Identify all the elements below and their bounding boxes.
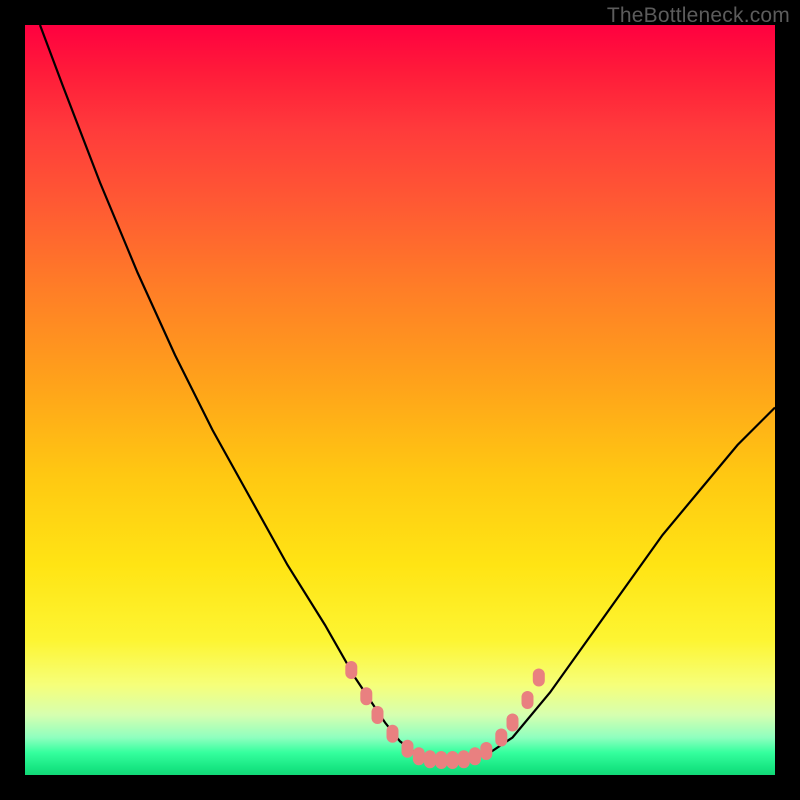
curve-marker	[447, 751, 459, 769]
curve-marker	[372, 706, 384, 724]
curve-marker	[424, 750, 436, 768]
curve-marker	[387, 725, 399, 743]
curve-marker	[495, 729, 507, 747]
curve-marker	[533, 669, 545, 687]
plot-area	[25, 25, 775, 775]
curve-marker	[469, 747, 481, 765]
curve-marker	[507, 714, 519, 732]
curve-marker	[522, 691, 534, 709]
curve-marker	[413, 747, 425, 765]
curve-markers	[345, 661, 545, 769]
curve-marker	[458, 750, 470, 768]
curve-marker	[480, 742, 492, 760]
curve-marker	[435, 751, 447, 769]
curve-marker	[345, 661, 357, 679]
bottleneck-curve	[40, 25, 775, 760]
chart-frame: TheBottleneck.com	[0, 0, 800, 800]
curve-marker	[402, 740, 414, 758]
curve-svg	[25, 25, 775, 775]
curve-marker	[360, 687, 372, 705]
watermark-text: TheBottleneck.com	[607, 4, 790, 28]
